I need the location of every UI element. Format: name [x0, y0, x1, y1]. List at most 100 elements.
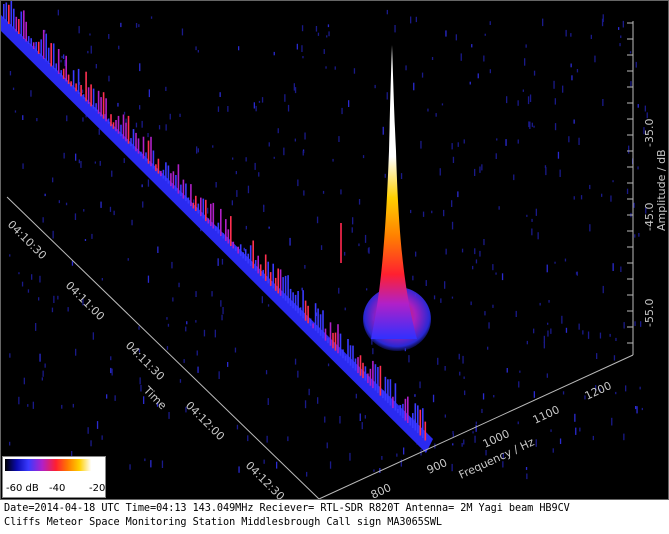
noise-speck — [451, 143, 453, 150]
trace-spike — [287, 275, 289, 304]
noise-speck — [99, 160, 101, 166]
trace-spike — [10, 1, 13, 27]
trace-spike — [324, 328, 327, 341]
noise-speck — [441, 103, 444, 106]
noise-speck — [197, 366, 199, 373]
trace-spike — [257, 255, 259, 274]
noise-speck — [382, 126, 384, 135]
trace-spike — [125, 122, 127, 142]
noise-speck — [344, 307, 346, 311]
noise-speck — [590, 34, 592, 39]
trace-spike — [142, 136, 145, 159]
trace-spike — [185, 183, 187, 202]
trace-spike — [90, 84, 92, 107]
trace-spike — [175, 175, 177, 192]
trace-spike — [372, 360, 374, 389]
noise-speck — [138, 24, 140, 28]
noise-speck — [78, 159, 80, 164]
noise-speck — [396, 453, 398, 457]
trace-spike — [227, 229, 230, 244]
trace-spike — [157, 158, 160, 174]
trace-spike — [362, 362, 364, 379]
amplitude-tick-label: -55.0 — [643, 299, 656, 327]
noise-speck — [475, 259, 478, 264]
noise-speck — [255, 105, 257, 112]
trace-spike — [414, 403, 417, 431]
trace-spike — [294, 294, 297, 311]
noise-speck — [525, 44, 527, 48]
trace-spike — [205, 199, 207, 222]
noise-speck — [139, 63, 141, 72]
noise-speck — [518, 381, 520, 388]
time-tick-label: 04:12:00 — [183, 399, 227, 443]
trace-spike — [192, 202, 195, 209]
noise-speck — [294, 358, 297, 365]
noise-speck — [629, 51, 632, 54]
noise-speck — [80, 161, 82, 168]
noise-speck — [109, 206, 112, 212]
time-tick-label: 04:11:00 — [63, 279, 107, 323]
noise-speck — [327, 24, 330, 28]
noise-speck — [294, 87, 297, 94]
noise-speck — [158, 125, 161, 130]
noise-speck — [427, 108, 429, 112]
trace-spike — [242, 252, 244, 259]
noise-speck — [461, 248, 464, 253]
trace-spike — [190, 184, 192, 206]
noise-speck — [535, 208, 537, 216]
noise-speck — [638, 233, 640, 237]
noise-speck — [36, 118, 38, 122]
trace-spike — [409, 417, 412, 426]
noise-speck — [495, 153, 497, 159]
trace-spike — [329, 322, 332, 346]
noise-speck — [460, 53, 462, 61]
trace-spike — [312, 323, 314, 329]
noise-speck — [183, 359, 185, 363]
noise-speck — [150, 16, 153, 19]
noise-speck — [553, 80, 555, 89]
noise-speck — [489, 21, 491, 25]
noise-speck — [517, 139, 519, 144]
trace-spike — [62, 68, 65, 79]
trace-spike — [207, 218, 210, 224]
colorbar-gradient — [5, 459, 103, 471]
noise-speck — [82, 117, 84, 122]
trace-spike — [152, 150, 155, 169]
noise-speck — [39, 275, 41, 283]
trace-spike — [289, 288, 292, 306]
noise-speck — [301, 287, 303, 291]
noise-speck — [501, 273, 504, 281]
noise-speck — [142, 201, 144, 208]
noise-speck — [602, 99, 604, 106]
noise-speck — [185, 326, 187, 332]
noise-speck — [30, 90, 32, 97]
noise-speck — [531, 122, 533, 127]
noise-speck — [287, 436, 289, 442]
noise-speck — [197, 50, 199, 53]
noise-speck — [303, 190, 305, 196]
noise-speck — [211, 291, 213, 297]
noise-speck — [452, 156, 455, 163]
noise-speck — [481, 164, 483, 171]
noise-speck — [425, 280, 427, 286]
noise-speck — [528, 121, 530, 128]
trace-spike — [115, 120, 117, 132]
noise-speck — [634, 321, 636, 326]
noise-speck — [596, 353, 598, 359]
trace-spike — [122, 114, 125, 139]
noise-speck — [587, 331, 590, 339]
noise-speck — [320, 245, 323, 250]
noise-speck — [238, 46, 240, 51]
noise-speck — [475, 424, 477, 432]
noise-speck — [496, 138, 498, 141]
noise-speck — [236, 190, 238, 197]
noise-speck — [408, 355, 410, 363]
noise-speck — [328, 31, 330, 37]
noise-speck — [245, 157, 247, 162]
noise-speck — [431, 57, 434, 60]
noise-speck — [231, 200, 233, 206]
trace-spike — [302, 290, 304, 319]
noise-speck — [552, 448, 554, 453]
noise-speck — [433, 295, 436, 300]
noise-speck — [435, 113, 437, 117]
